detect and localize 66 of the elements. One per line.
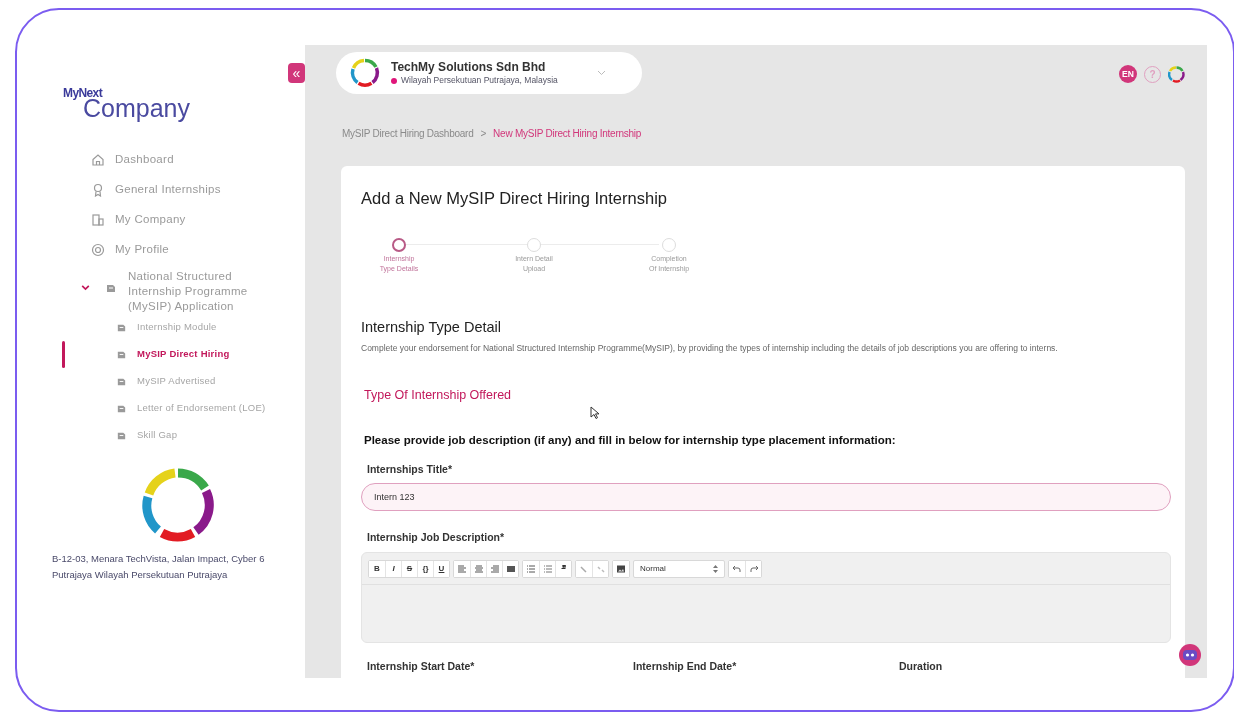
document-icon	[116, 430, 127, 441]
justify-icon	[504, 563, 517, 575]
logo-small-text: MyNext	[63, 87, 103, 99]
field-label: Internship Job Description*	[367, 530, 506, 546]
format-button[interactable]: U	[433, 561, 449, 577]
redo-icon	[748, 564, 759, 574]
collapse-button[interactable]: «	[288, 63, 305, 83]
logo-ring-icon	[350, 58, 380, 88]
bullet-list-icon	[525, 563, 537, 575]
field-label: Duration	[899, 659, 944, 674]
breadcrumb-link[interactable]: MySIP Direct Hiring Dashboard	[342, 126, 474, 141]
sidebar-item[interactable]: My Company	[40, 205, 305, 235]
sidebar-group[interactable]: National Structured Internship Programme (MySIP) Application	[80, 269, 305, 314]
document-icon	[116, 376, 127, 387]
dropdown-value: Normal	[640, 563, 666, 575]
sidebar-subitem[interactable]: MySIP Advertised	[137, 374, 216, 389]
home-icon	[91, 153, 105, 167]
format-dropdown[interactable]: Normal	[633, 560, 725, 578]
title-input[interactable]: Intern 123	[361, 483, 1171, 512]
instruction-text: Please provide job description (if any) and fill in below for internship type placement information:	[364, 433, 897, 449]
document-icon	[116, 349, 127, 360]
sidebar-subitem[interactable]: Internship Module	[137, 320, 217, 335]
format-button[interactable]: ❞	[555, 561, 571, 577]
sidebar-subitem[interactable]: Skill Gap	[137, 428, 178, 443]
field-label: Internships Title*	[367, 461, 453, 477]
field-label: Internship Start Date*	[367, 659, 476, 674]
sort-arrows-icon	[713, 565, 718, 573]
sidebar-item[interactable]: My Profile	[40, 235, 305, 265]
toolbar-button[interactable]	[613, 561, 629, 577]
document-icon	[116, 403, 127, 414]
image-icon	[615, 563, 627, 575]
location-dot-icon	[391, 77, 397, 84]
company-selector[interactable]: TechMy Solutions Sdn Bhd Wilayah Persekutuan Putrajaya, Malaysia	[336, 52, 642, 94]
unlink-icon	[594, 563, 607, 575]
align-center-icon	[472, 563, 485, 575]
breadcrumb-separator: >	[480, 127, 487, 141]
section-title: Internship Type Detail	[361, 317, 502, 337]
language-button[interactable]: EN	[1119, 65, 1137, 83]
company-address: B-12-03, Menara TechVista, Jalan Impact, Cyber 6 Putrajaya Wilayah Persekutuan Putrajaya	[52, 552, 266, 582]
card-title: Add a New MySIP Direct Hiring Internship	[361, 188, 668, 209]
profile-ring-icon	[1168, 65, 1185, 83]
company-location: Wilayah Persekutuan Putrajaya, Malaysia	[401, 75, 558, 86]
award-icon	[91, 183, 105, 197]
align-left-icon	[456, 563, 468, 575]
sidebar-subitem[interactable]: Letter of Endorsement (LOE)	[137, 401, 266, 416]
sidebar-subitem[interactable]: MySIP Direct Hiring	[137, 347, 230, 362]
undo-icon	[732, 564, 742, 574]
numbered-list-icon	[541, 563, 554, 575]
align-right-icon	[488, 563, 501, 575]
building-icon	[91, 213, 105, 227]
document-icon	[116, 322, 127, 333]
profile-icon	[91, 243, 105, 257]
toolbar-button[interactable]	[502, 561, 518, 577]
sidebar-item[interactable]: Dashboard	[40, 145, 305, 175]
sidebar-item[interactable]: General Internships	[40, 175, 305, 205]
redo-button[interactable]	[745, 561, 761, 577]
subsection-title: Type Of Internship Offered	[364, 386, 513, 404]
breadcrumb-link[interactable]: New MySIP Direct Hiring Internship	[493, 126, 642, 141]
document-icon	[105, 282, 117, 294]
logo-text: Company	[83, 96, 191, 121]
company-name: TechMy Solutions Sdn Bhd	[391, 60, 547, 76]
field-label: Internship End Date*	[633, 659, 738, 674]
section-description: Complete your endorsement for National Structured Internship Programme(MySIP), by providing the types of internship including the details of job descriptions you are offering to interns.	[361, 341, 1059, 355]
cursor-icon	[590, 406, 600, 420]
rich-text-editor[interactable]: B I S {} U ❞ Normal	[361, 552, 1171, 643]
chevron-down-icon	[597, 70, 606, 76]
